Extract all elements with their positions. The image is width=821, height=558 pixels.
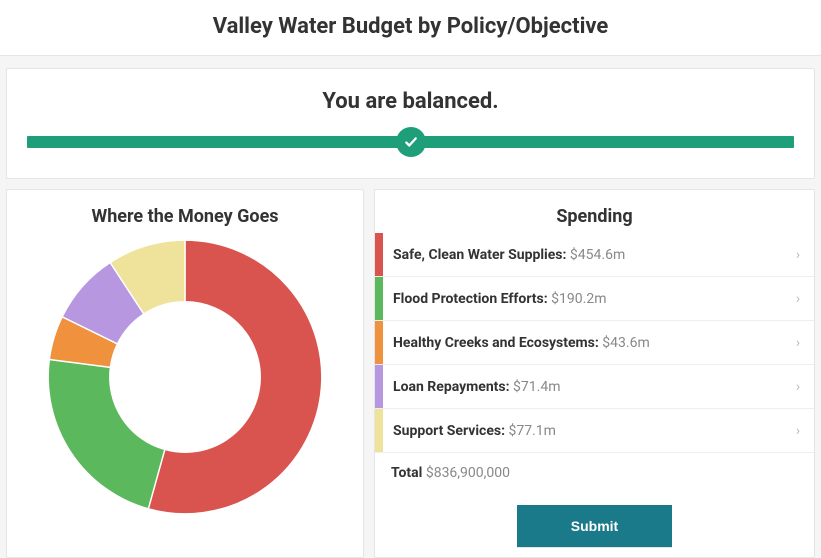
donut-card: Where the Money Goes [6, 189, 364, 558]
spending-item[interactable]: Safe, Clean Water Supplies: $454.6m› [375, 233, 814, 277]
spending-item-text: Loan Repayments: $71.4m [383, 379, 790, 395]
spending-item-text: Flood Protection Efforts: $190.2m [383, 291, 790, 307]
color-swatch [375, 233, 383, 276]
color-swatch [375, 277, 383, 320]
color-swatch [375, 365, 383, 408]
spending-item[interactable]: Healthy Creeks and Ecosystems: $43.6m› [375, 321, 814, 365]
chevron-right-icon: › [790, 247, 814, 263]
spending-total-row: Total $836,900,000 [375, 453, 814, 493]
donut-title: Where the Money Goes [17, 206, 353, 227]
balance-status-text: You are balanced. [27, 89, 794, 114]
spending-list: Safe, Clean Water Supplies: $454.6m›Floo… [375, 233, 814, 453]
spending-item[interactable]: Support Services: $77.1m› [375, 409, 814, 453]
spending-card: Spending Safe, Clean Water Supplies: $45… [374, 189, 815, 558]
balance-bar [27, 136, 794, 148]
page-title: Valley Water Budget by Policy/Objective [0, 14, 821, 39]
color-swatch [375, 409, 383, 452]
chevron-right-icon: › [790, 423, 814, 439]
chevron-right-icon: › [790, 335, 814, 351]
chevron-right-icon: › [790, 291, 814, 307]
spending-item-text: Support Services: $77.1m [383, 423, 790, 439]
header: Valley Water Budget by Policy/Objective [0, 0, 821, 56]
balance-status-card: You are balanced. [6, 68, 815, 179]
spending-item[interactable]: Loan Repayments: $71.4m› [375, 365, 814, 409]
chevron-right-icon: › [790, 379, 814, 395]
donut-chart [41, 233, 329, 521]
spending-item-text: Safe, Clean Water Supplies: $454.6m [383, 247, 790, 263]
spending-item-text: Healthy Creeks and Ecosystems: $43.6m [383, 335, 790, 351]
donut-slice [48, 359, 165, 508]
total-label: Total [391, 465, 422, 481]
total-value: $836,900,000 [426, 465, 510, 481]
color-swatch [375, 321, 383, 364]
spending-title: Spending [375, 206, 814, 227]
submit-button[interactable]: Submit [517, 505, 672, 547]
check-icon [396, 127, 426, 157]
spending-item[interactable]: Flood Protection Efforts: $190.2m› [375, 277, 814, 321]
